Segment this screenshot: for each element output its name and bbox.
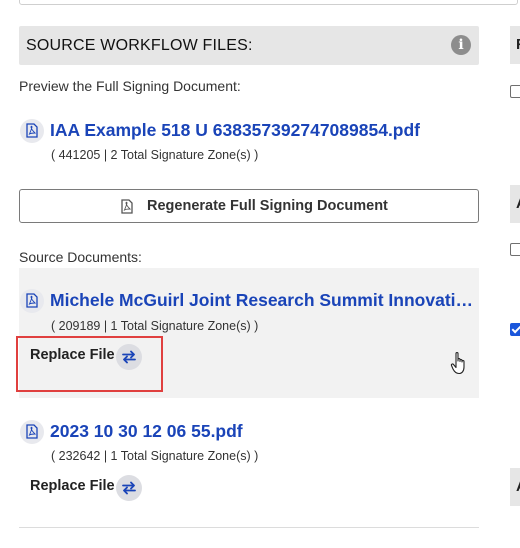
pdf-file-icon (20, 119, 44, 143)
highlight-box (16, 336, 163, 392)
source-document-item: 2023 10 30 12 06 55.pdf ( 232642 | 1 Tot… (19, 399, 479, 527)
info-icon[interactable]: i (451, 35, 471, 55)
source-file-link[interactable]: Michele McGuirl Joint Research Summit In… (50, 290, 474, 311)
right-section-header: F (510, 26, 520, 64)
right-column: F A A (508, 0, 520, 548)
replace-file-button[interactable]: Replace File (30, 475, 145, 501)
section-title: SOURCE WORKFLOW FILES: (26, 37, 253, 54)
swap-arrows-icon (116, 475, 142, 501)
regenerate-signing-document-button[interactable]: Regenerate Full Signing Document (19, 189, 479, 223)
pdf-file-icon (20, 289, 44, 313)
source-documents-label: Source Documents: (19, 249, 142, 265)
right-checkbox-checked[interactable] (510, 323, 520, 336)
top-input-box[interactable] (19, 0, 518, 5)
hand-cursor-icon (450, 350, 470, 381)
source-file-meta: ( 232642 | 1 Total Signature Zone(s) ) (51, 449, 259, 463)
preview-label: Preview the Full Signing Document: (19, 78, 241, 94)
right-checkbox[interactable] (510, 85, 520, 98)
right-section-header: A (510, 185, 520, 223)
source-file-meta: ( 209189 | 1 Total Signature Zone(s) ) (51, 319, 259, 333)
right-section-header: A (510, 468, 520, 506)
source-file-link[interactable]: 2023 10 30 12 06 55.pdf (50, 421, 474, 442)
regenerate-button-label: Regenerate Full Signing Document (147, 198, 388, 214)
preview-file-meta: ( 441205 | 2 Total Signature Zone(s) ) (51, 148, 259, 162)
right-checkbox[interactable] (510, 243, 520, 256)
pdf-file-icon (20, 420, 44, 444)
divider (19, 527, 479, 528)
pdf-file-icon (121, 199, 133, 219)
replace-file-label: Replace File (30, 478, 115, 494)
section-header: SOURCE WORKFLOW FILES: i (19, 26, 479, 65)
preview-file-link[interactable]: IAA Example 518 U 638357392747089854.pdf (50, 120, 450, 141)
